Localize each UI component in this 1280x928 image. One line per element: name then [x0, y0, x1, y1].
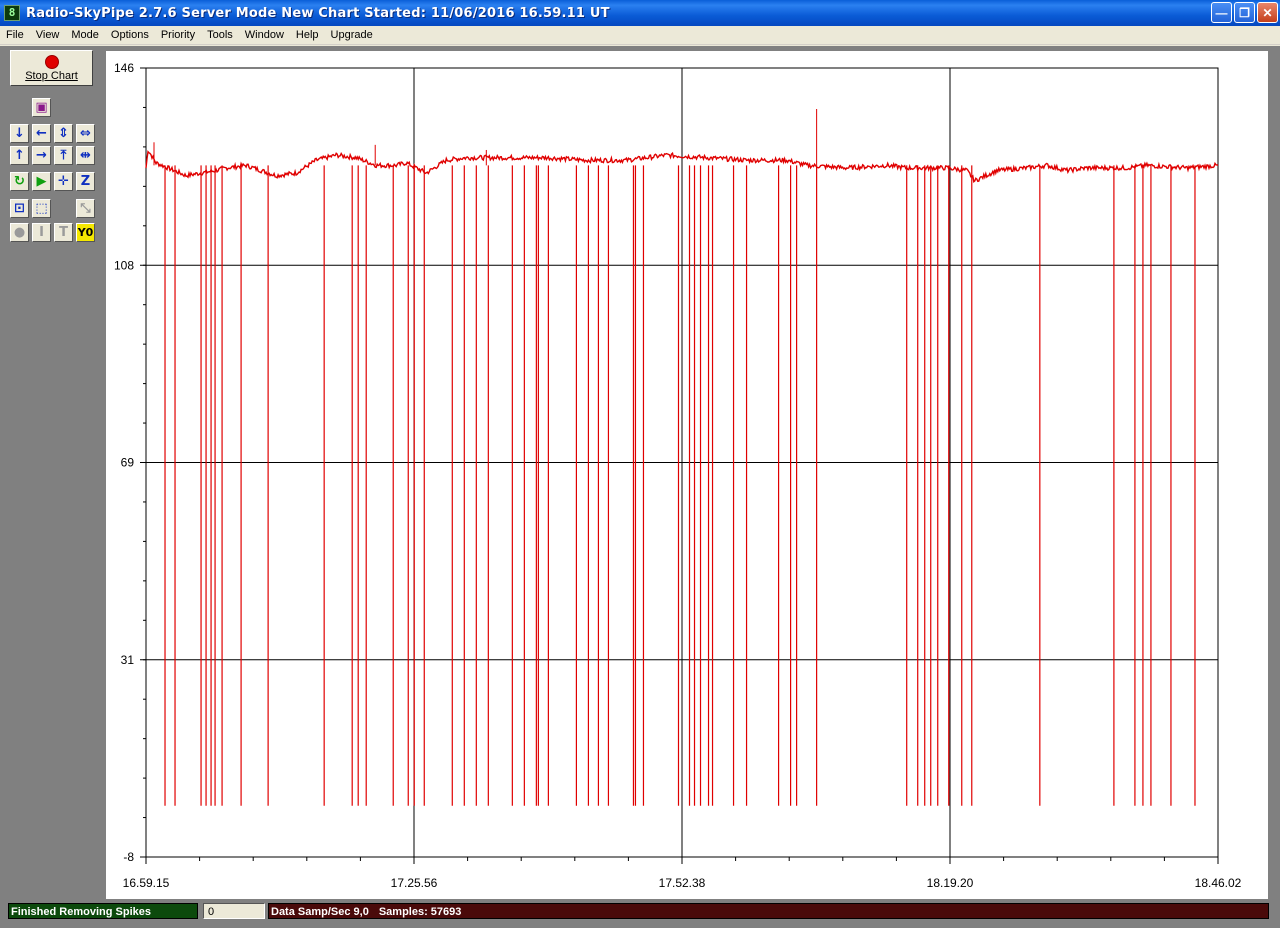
expand-vertical-button[interactable]: ⇕: [54, 124, 73, 143]
maximize-button[interactable]: ❐: [1234, 2, 1255, 23]
menu-bar: File View Mode Options Priority Tools Window He…: [0, 26, 1280, 45]
info-button[interactable]: I: [32, 223, 51, 242]
select-region-button[interactable]: ⊡: [10, 199, 29, 218]
fast-forward-button[interactable]: ▶: [32, 172, 51, 191]
marker-icon: ⤡: [80, 201, 91, 216]
y-zero-button[interactable]: Y0: [76, 223, 95, 242]
minimize-button[interactable]: —: [1211, 2, 1232, 23]
compress-vertical-icon: ⤒: [60, 148, 67, 163]
stop-chart-button[interactable]: Stop Chart: [10, 50, 93, 86]
menu-view[interactable]: View: [30, 29, 66, 41]
info-icon: I: [39, 225, 44, 240]
fast-forward-icon: ▶: [36, 174, 47, 189]
y-tick-label: -8: [123, 850, 134, 864]
status-data-info: Data Samp/Sec 9,0 Samples: 57693: [268, 903, 1269, 919]
menu-upgrade[interactable]: Upgrade: [325, 29, 379, 41]
refresh-button[interactable]: ↻: [10, 172, 29, 191]
y-tick-label: 69: [121, 456, 135, 470]
y-tick-label: 31: [121, 653, 135, 667]
x-tick-label: 18.19.20: [927, 876, 974, 890]
title-bar: 8 Radio-SkyPipe 2.7.6 Server Mode New Ch…: [0, 0, 1280, 26]
stop-chart-label: Stop Chart: [25, 69, 78, 82]
app-icon: 8: [4, 5, 20, 21]
crosshair-icon: ✛: [58, 174, 69, 189]
notebook-icon: ▣: [35, 100, 48, 115]
chart-panel: 146 108 69 31 -8 16.59.15 17.25.56 17.52.38 18.1…: [106, 51, 1268, 899]
scroll-left-icon: ←: [36, 126, 47, 141]
circle-button[interactable]: ●: [10, 223, 29, 242]
window-controls: — ❐ ✕: [1211, 2, 1278, 23]
circle-icon: ●: [13, 225, 26, 240]
text-button[interactable]: T: [54, 223, 73, 242]
menu-window[interactable]: Window: [239, 29, 290, 41]
scroll-left-button[interactable]: ←: [32, 124, 51, 143]
zoom-box-icon: Z: [80, 174, 91, 189]
menu-mode[interactable]: Mode: [65, 29, 105, 41]
x-tick-label: 18.46.02: [1195, 876, 1242, 890]
menu-options[interactable]: Options: [105, 29, 155, 41]
y-tick-label: 108: [114, 258, 134, 272]
scroll-up-button[interactable]: ↑: [10, 146, 29, 165]
scroll-down-button[interactable]: ↓: [10, 124, 29, 143]
x-tick-label: 17.25.56: [391, 876, 438, 890]
compress-horizontal-button[interactable]: ⇹: [76, 146, 95, 165]
samples-text: Samples: 57693: [378, 906, 462, 918]
marker-button[interactable]: ⤡: [76, 199, 95, 218]
menu-priority[interactable]: Priority: [155, 29, 201, 41]
status-message: Finished Removing Spikes: [8, 903, 198, 919]
y-zero-icon: Y0: [77, 226, 94, 239]
scroll-right-icon: →: [36, 148, 47, 163]
compress-horizontal-icon: ⇹: [80, 148, 91, 163]
menu-tools[interactable]: Tools: [201, 29, 239, 41]
select-region-icon: ⊡: [14, 201, 25, 216]
window-title: Radio-SkyPipe 2.7.6 Server Mode New Char…: [26, 5, 610, 21]
sample-rate-text: Data Samp/Sec 9,0: [271, 906, 369, 918]
refresh-icon: ↻: [14, 174, 25, 189]
x-tick-label: 16.59.15: [123, 876, 170, 890]
dotted-box-icon: ⬚: [35, 201, 48, 216]
scroll-right-button[interactable]: →: [32, 146, 51, 165]
menu-file[interactable]: File: [0, 29, 30, 41]
zoom-box-button[interactable]: Z: [76, 172, 95, 191]
expand-horizontal-icon: ⇔: [80, 126, 91, 141]
status-bar: Finished Removing Spikes 0 Data Samp/Sec…: [0, 900, 1280, 928]
text-icon: T: [59, 225, 68, 240]
scroll-down-icon: ↓: [14, 126, 25, 141]
notebook-button[interactable]: ▣: [32, 98, 51, 117]
expand-horizontal-button[interactable]: ⇔: [76, 124, 95, 143]
scroll-up-icon: ↑: [14, 148, 25, 163]
dotted-box-button[interactable]: ⬚: [32, 199, 51, 218]
menu-help[interactable]: Help: [290, 29, 325, 41]
status-count: 0: [203, 903, 265, 919]
strip-chart[interactable]: 146 108 69 31 -8 16.59.15 17.25.56 17.52.38 18.1…: [106, 51, 1268, 899]
expand-vertical-icon: ⇕: [58, 126, 69, 141]
close-button[interactable]: ✕: [1257, 2, 1278, 23]
crosshair-button[interactable]: ✛: [54, 172, 73, 191]
x-tick-label: 17.52.38: [659, 876, 706, 890]
y-tick-label: 146: [114, 61, 134, 75]
compress-vertical-button[interactable]: ⤒: [54, 146, 73, 165]
stop-icon: [44, 54, 59, 69]
